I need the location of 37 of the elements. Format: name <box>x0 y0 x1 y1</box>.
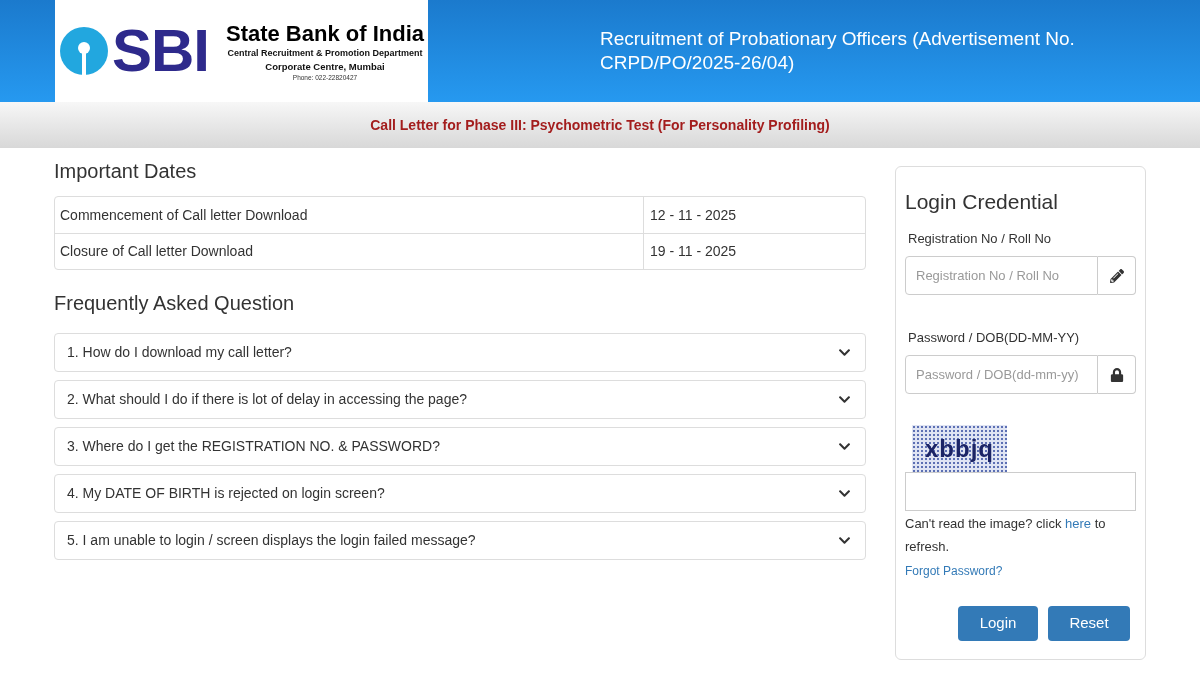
login-heading: Login Credential <box>905 189 1059 215</box>
pencil-icon <box>1109 268 1124 283</box>
refresh-link[interactable]: here <box>1065 516 1092 531</box>
chevron-down-icon <box>838 440 851 453</box>
bank-name: State Bank of India <box>225 20 424 47</box>
faq-question[interactable]: 1. How do I download my call letter? <box>54 333 866 372</box>
field-label: Registration No / Roll No <box>908 230 1053 248</box>
password-input[interactable]: Password / DOB(dd-mm-yy) <box>905 355 1098 394</box>
chevron-down-icon <box>838 393 851 406</box>
chevron-down-icon <box>838 487 851 500</box>
reset-button[interactable]: Reset <box>1048 606 1130 641</box>
lock-icon <box>1109 367 1124 382</box>
logo-letters: SBI <box>112 21 210 81</box>
section-heading: Important Dates <box>54 159 198 184</box>
call-letter-title: Call Letter for Phase III: Psychometric Test (For Personality Profiling) <box>370 115 830 135</box>
table-cell: Closure of Call letter Download <box>55 234 644 269</box>
page-title: Recruitment of Probationary Officers (Advertisement No. CRPD/PO/2025-26/04) <box>600 27 1076 75</box>
registration-input[interactable]: Registration No / Roll No <box>905 256 1098 295</box>
table-cell-text: 12 - 11 - 2025 <box>649 205 738 225</box>
chevron-down-icon <box>838 346 851 359</box>
chevron-down-icon <box>838 534 851 547</box>
department-name: Central Recruitment & Promotion Department <box>227 46 423 60</box>
field-label: Password / DOB(DD-MM-YY) <box>908 329 1081 347</box>
refresh-hint: Can't read the image? click here to refresh. <box>905 515 1107 556</box>
login-button[interactable]: Login <box>958 606 1038 641</box>
faq-question[interactable]: 3. Where do I get the REGISTRATION NO. & PASSWORD? <box>54 427 866 466</box>
office-name: Corporate Centre, Mumbai <box>265 59 385 73</box>
faq-question[interactable]: 2. What should I do if there is lot of delay in accessing the page? <box>54 380 866 419</box>
captcha-input[interactable] <box>905 472 1136 511</box>
table-cell: Commencement of Call letter Download <box>55 197 644 233</box>
keyhole-emblem-icon <box>60 27 108 75</box>
captcha-image: xbbjq <box>912 425 1007 472</box>
faq-question[interactable]: 4. My DATE OF BIRTH is rejected on login screen? <box>54 474 866 513</box>
faq-question[interactable]: 5. I am unable to login / screen displays the login failed message? <box>54 521 866 560</box>
section-heading: Frequently Asked Question <box>54 291 296 316</box>
forgot-password-link[interactable]: Forgot Password? <box>905 562 1003 580</box>
table-cell-text: 19 - 11 - 2025 <box>649 242 738 261</box>
